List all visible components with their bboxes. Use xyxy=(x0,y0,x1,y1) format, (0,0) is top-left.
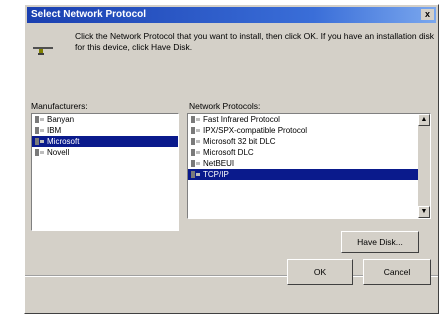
manufacturers-list[interactable]: Banyan IBM Microsoft Novell xyxy=(31,113,179,231)
protocol-item-label: NetBEUI xyxy=(203,159,235,168)
protocols-scrollbar[interactable]: ▲ ▼ xyxy=(418,114,430,218)
window-title: Select Network Protocol xyxy=(31,9,147,20)
network-protocol-icon xyxy=(35,138,44,146)
protocol-item[interactable]: TCP/IP xyxy=(188,169,418,180)
network-protocol-icon xyxy=(191,149,200,157)
manufacturer-item[interactable]: Novell xyxy=(32,147,178,158)
manufacturers-label: Manufacturers: xyxy=(31,101,88,111)
manufacturer-item-label: Novell xyxy=(47,148,70,157)
network-protocol-icon xyxy=(35,116,44,124)
manufacturer-item[interactable]: IBM xyxy=(32,125,178,136)
protocol-item[interactable]: Fast Infrared Protocol xyxy=(188,114,418,125)
protocol-item[interactable]: Microsoft DLC xyxy=(188,147,418,158)
network-cable-icon xyxy=(33,47,53,55)
manufacturer-item[interactable]: Microsoft xyxy=(32,136,178,147)
protocol-item[interactable]: IPX/SPX-compatible Protocol xyxy=(188,125,418,136)
select-network-protocol-dialog: Select Network Protocol x Click the Netw… xyxy=(24,4,439,314)
close-button[interactable]: x xyxy=(421,9,434,20)
network-protocol-icon xyxy=(191,160,200,168)
protocol-item-label: Microsoft DLC xyxy=(203,148,254,157)
protocol-item-label: TCP/IP xyxy=(203,170,229,179)
network-protocol-icon xyxy=(191,127,200,135)
protocol-item-label: Microsoft 32 bit DLC xyxy=(203,137,276,146)
protocol-item-label: Fast Infrared Protocol xyxy=(203,115,280,124)
network-protocol-icon xyxy=(191,116,200,124)
title-bar: Select Network Protocol x xyxy=(27,7,436,23)
protocol-item[interactable]: Microsoft 32 bit DLC xyxy=(188,136,418,147)
have-disk-button[interactable]: Have Disk... xyxy=(341,231,419,253)
manufacturer-item-label: Microsoft xyxy=(47,137,80,146)
network-protocol-icon xyxy=(35,149,44,157)
cancel-button[interactable]: Cancel xyxy=(363,259,431,285)
protocol-item-label: IPX/SPX-compatible Protocol xyxy=(203,126,308,135)
manufacturer-item[interactable]: Banyan xyxy=(32,114,178,125)
protocol-item[interactable]: NetBEUI xyxy=(188,158,418,169)
scroll-up-arrow-icon[interactable]: ▲ xyxy=(418,114,430,126)
ok-button[interactable]: OK xyxy=(287,259,353,285)
network-protocols-label: Network Protocols: xyxy=(189,101,261,111)
network-protocols-list[interactable]: Fast Infrared Protocol IPX/SPX-compatible… xyxy=(187,113,431,219)
scroll-down-arrow-icon[interactable]: ▼ xyxy=(418,206,430,218)
network-protocol-icon xyxy=(191,138,200,146)
network-protocol-icon xyxy=(191,171,200,179)
instructions-text: Click the Network Protocol that you want… xyxy=(75,31,435,52)
manufacturer-item-label: IBM xyxy=(47,126,62,135)
manufacturer-item-label: Banyan xyxy=(47,115,75,124)
network-protocol-icon xyxy=(35,127,44,135)
